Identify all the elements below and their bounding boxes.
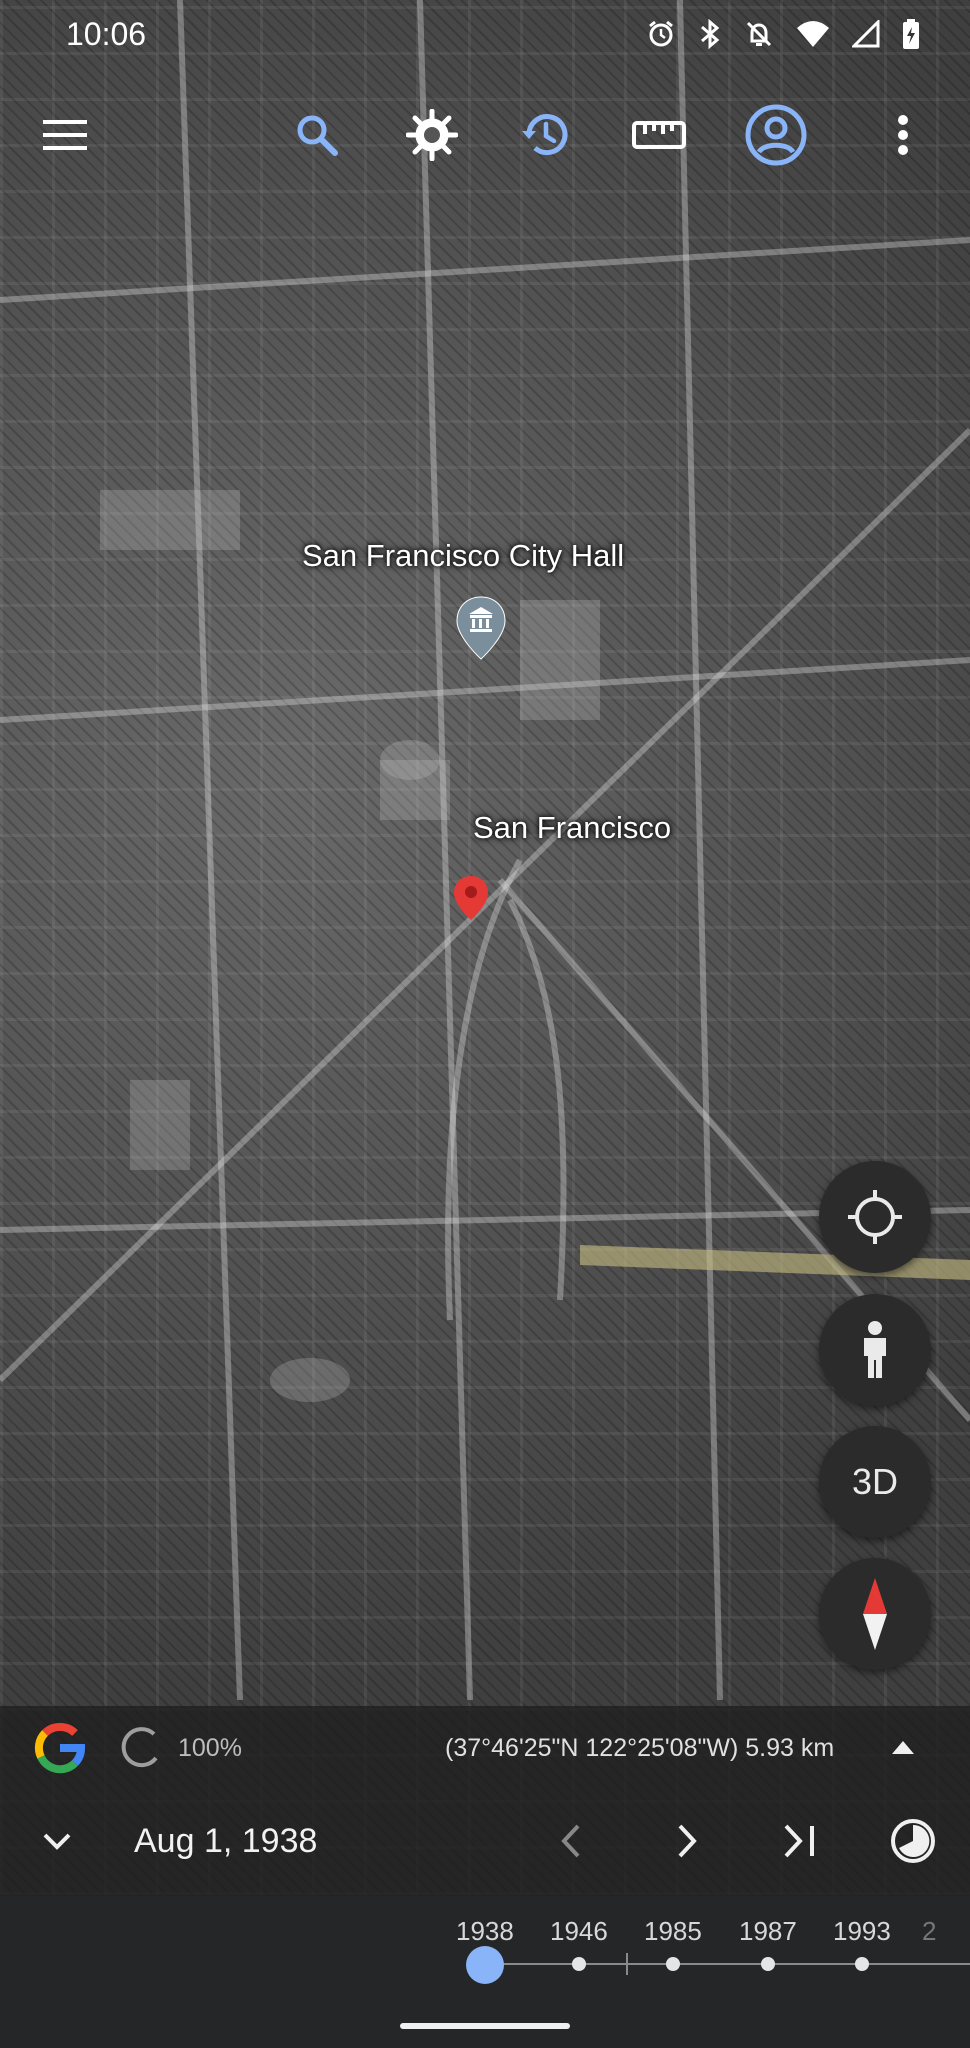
home-gesture-bar[interactable]: [400, 2023, 570, 2029]
chevron-down-icon[interactable]: [42, 1831, 72, 1851]
expand-up-icon[interactable]: [890, 1738, 916, 1756]
street-view-button[interactable]: [819, 1294, 931, 1406]
timeline-year[interactable]: 2: [922, 1916, 936, 1947]
red-pin-icon: [454, 876, 488, 920]
3d-toggle-button[interactable]: 3D: [819, 1426, 931, 1538]
city-hall-label[interactable]: San Francisco City Hall: [302, 538, 624, 574]
battery-icon: [903, 19, 919, 49]
timeline-tick: [626, 1953, 628, 1975]
timeline-point[interactable]: [761, 1957, 775, 1971]
skip-to-latest-icon[interactable]: [782, 1823, 818, 1859]
landmark-pin-icon: [456, 596, 506, 660]
timeline-year[interactable]: 1985: [644, 1916, 702, 1947]
timeline-point[interactable]: [572, 1957, 586, 1971]
timeline-point[interactable]: [855, 1957, 869, 1971]
account-icon: [745, 104, 807, 166]
compass-button[interactable]: [819, 1558, 931, 1670]
timeline-year[interactable]: 1993: [833, 1916, 891, 1947]
loading-spinner-icon: [121, 1727, 158, 1768]
previous-date-icon[interactable]: [560, 1823, 582, 1859]
menu-button[interactable]: [30, 100, 100, 170]
location-marker[interactable]: [453, 875, 489, 921]
bell-off-icon: [746, 21, 772, 47]
timeline-point[interactable]: [666, 1957, 680, 1971]
search-icon: [297, 115, 338, 156]
google-g-icon: [34, 1723, 85, 1774]
my-location-button[interactable]: [819, 1161, 931, 1273]
more-vert-icon: [898, 115, 908, 155]
pegman-icon: [864, 1321, 886, 1378]
imagery-date[interactable]: Aug 1, 1938: [134, 1822, 317, 1861]
info-panel: 100% (37°46'25"N 122°25'08"W) 5.93 km Au…: [0, 1706, 970, 1896]
compass-icon: [863, 1578, 887, 1650]
status-bar: 10:06: [0, 0, 970, 70]
google-logo: [33, 1721, 87, 1780]
timeline-track: [484, 1963, 970, 1965]
alarm-icon: [649, 20, 673, 47]
menu-icon: [43, 120, 87, 150]
coordinates-readout: (37°46'25"N 122°25'08"W) 5.93 km: [445, 1734, 835, 1762]
loading-percent: 100%: [178, 1734, 242, 1762]
wifi-icon: [797, 21, 829, 47]
timeline-year[interactable]: 1987: [739, 1916, 797, 1947]
timeline-year[interactable]: 1938: [456, 1916, 514, 1947]
measure-button[interactable]: [624, 100, 694, 170]
crosshair-icon: [848, 1190, 902, 1244]
timeline-year[interactable]: 1946: [550, 1916, 608, 1947]
next-date-icon[interactable]: [676, 1823, 698, 1859]
voyager-button[interactable]: [397, 100, 467, 170]
voyager-wheel-icon: [406, 109, 458, 161]
history-button[interactable]: [510, 100, 580, 170]
more-options-button[interactable]: [868, 100, 938, 170]
city-label[interactable]: San Francisco: [473, 810, 671, 846]
ruler-icon: [632, 121, 686, 149]
signal-icon: [852, 20, 880, 48]
history-icon: [522, 114, 568, 156]
system-nav-bar: [0, 2008, 970, 2048]
bluetooth-icon: [701, 18, 720, 50]
status-time: 10:06: [66, 16, 147, 52]
historical-imagery-toggle-icon[interactable]: [889, 1817, 937, 1865]
3d-toggle-label: 3D: [851, 1461, 899, 1502]
timeline-selected-handle[interactable]: [466, 1946, 504, 1984]
imagery-timeline[interactable]: 1938 1946 1985 1987 1993 2: [0, 1896, 970, 2008]
status-icons: [646, 18, 920, 50]
search-button[interactable]: [282, 100, 352, 170]
account-button[interactable]: [737, 96, 815, 174]
city-hall-marker[interactable]: [455, 595, 507, 661]
